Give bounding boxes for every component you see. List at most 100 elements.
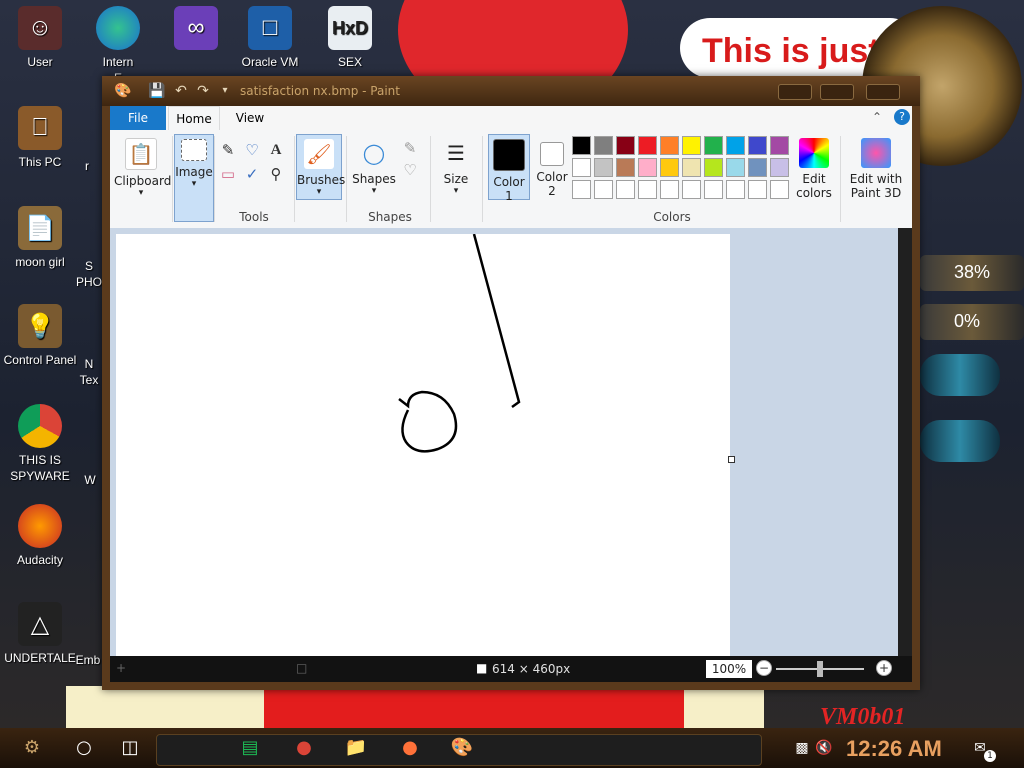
clipboard-button[interactable]: 📋 Clipboard ▾ (114, 134, 171, 198)
undo-icon[interactable]: ↶ (172, 82, 190, 100)
desktop-icon-hxd[interactable]: HxD SEX (310, 6, 390, 70)
palette-swatch[interactable] (572, 158, 591, 177)
palette-swatch[interactable] (616, 136, 635, 155)
minimize-button[interactable] (778, 84, 812, 100)
palette-swatch[interactable] (704, 158, 723, 177)
desktop-icon-chrome[interactable]: THIS IS SPYWARE (0, 404, 80, 484)
desktop-icon-partial[interactable]: r (72, 158, 102, 174)
tab-file[interactable]: File (110, 106, 166, 130)
palette-swatch[interactable] (638, 180, 657, 199)
desktop-icon-partial[interactable]: Emb (72, 652, 104, 668)
desktop-icon-partial[interactable]: N Tex (74, 356, 104, 388)
palette-swatch[interactable] (704, 136, 723, 155)
palette-swatch[interactable] (770, 180, 789, 199)
fill-icon[interactable]: ♡ (242, 140, 262, 160)
tools-group-label: Tools (239, 210, 269, 224)
palette-swatch[interactable] (616, 180, 635, 199)
desktop-icon-partial[interactable]: S PHO (74, 258, 104, 290)
palette-swatch[interactable] (660, 158, 679, 177)
canvas-resize-handle[interactable] (728, 456, 735, 463)
taskbar-clock[interactable]: 12:26 AM (846, 736, 942, 762)
firefox-icon[interactable]: ● (396, 736, 424, 760)
color2-label: Color (536, 170, 568, 184)
edit-with-paint3d-button[interactable]: Edit with Paint 3D (844, 134, 908, 200)
color1-button[interactable]: Color 1 (488, 134, 530, 203)
palette-swatch[interactable] (638, 136, 657, 155)
palette-swatch[interactable] (748, 158, 767, 177)
palette-swatch[interactable] (594, 180, 613, 199)
palette-swatch[interactable] (682, 136, 701, 155)
palette-swatch[interactable] (682, 180, 701, 199)
start-icon[interactable]: ⚙ (18, 736, 46, 760)
desktop-icon-moon-girl[interactable]: 📄 moon girl (0, 206, 80, 270)
desktop-icon-partial[interactable]: W (76, 472, 104, 488)
pencil-icon[interactable]: ✎ (218, 140, 238, 160)
help-icon[interactable]: ? (894, 109, 910, 125)
eraser-icon[interactable]: ▭ (218, 164, 238, 184)
color-picker-icon[interactable]: ✓ (242, 164, 262, 184)
text-icon[interactable]: A (266, 140, 286, 160)
volume-muted-icon[interactable]: 🔇 (810, 736, 838, 760)
save-icon[interactable]: 💾 (148, 82, 166, 100)
desktop-icon-this-pc[interactable]: ⎕ This PC (0, 106, 80, 170)
palette-swatch[interactable] (638, 158, 657, 177)
paint-icon[interactable]: 🎨 (448, 736, 476, 760)
zoom-out-button[interactable]: − (756, 660, 772, 676)
magnifier-icon[interactable]: ⚲ (266, 164, 286, 184)
task-view-icon[interactable]: ◫ (116, 736, 144, 760)
palette-swatch[interactable] (616, 158, 635, 177)
palette-swatch[interactable] (748, 180, 767, 199)
brushes-button[interactable]: 🖌 Brushes ▾ (296, 134, 345, 200)
color2-button[interactable]: Color 2 (532, 134, 572, 198)
desktop-icon-undertale[interactable]: △ UNDERTALE (0, 602, 80, 666)
notification-count: 1 (984, 750, 996, 762)
redo-icon[interactable]: ↷ (194, 82, 212, 100)
desktop-icon-label: Oracle VM (241, 55, 299, 69)
desktop-icon-visual-studio[interactable]: ∞ (156, 6, 236, 54)
palette-swatch[interactable] (660, 136, 679, 155)
drawing-canvas[interactable] (116, 233, 730, 656)
cortana-icon[interactable]: ○ (70, 736, 98, 760)
desktop-icon-audacity[interactable]: Audacity (0, 504, 80, 568)
shapes-group-label: Shapes (368, 210, 412, 224)
image-button[interactable]: Image ▾ (174, 134, 214, 222)
palette-swatch[interactable] (770, 158, 789, 177)
zoom-slider-thumb[interactable] (817, 661, 823, 677)
palette-swatch[interactable] (682, 158, 701, 177)
chevron-down-icon: ▾ (191, 179, 197, 189)
desktop-icon-label: Audacity (16, 553, 64, 567)
tab-home[interactable]: Home (168, 106, 220, 130)
desktop-icon-oracle-vm[interactable]: □ Oracle VM (230, 6, 310, 70)
title-bar[interactable]: 🎨 💾 ↶ ↷ ▾ satisfaction nx.bmp - Paint (102, 76, 920, 106)
outline-icon[interactable]: ✎ (400, 138, 420, 158)
palette-swatch[interactable] (726, 158, 745, 177)
palette-swatch[interactable] (572, 136, 591, 155)
customize-quick-access-icon[interactable]: ▾ (216, 82, 234, 100)
size-button[interactable]: ☰ Size ▾ (434, 134, 478, 198)
tab-view[interactable]: View (226, 106, 274, 130)
palette-swatch[interactable] (726, 136, 745, 155)
edit-colors-button[interactable]: Edit colors (792, 134, 836, 200)
spotify-icon[interactable]: ▤ (236, 736, 264, 760)
desktop-icon-control-panel[interactable]: 💡 Control Panel (0, 304, 80, 368)
paint-app-icon[interactable]: 🎨 (114, 82, 132, 100)
desktop-icon-user[interactable]: ☺ User (0, 6, 80, 70)
desktop-icon-internet-explorer[interactable]: Intern E (78, 6, 158, 86)
zoom-in-button[interactable]: + (876, 660, 892, 676)
palette-swatch[interactable] (704, 180, 723, 199)
vertical-scrollbar[interactable] (898, 228, 912, 656)
palette-swatch[interactable] (594, 158, 613, 177)
palette-swatch[interactable] (572, 180, 591, 199)
palette-swatch[interactable] (594, 136, 613, 155)
chrome-icon[interactable]: ● (290, 736, 318, 760)
collapse-ribbon-icon[interactable]: ⌃ (872, 110, 882, 124)
close-button[interactable] (866, 84, 900, 100)
file-explorer-icon[interactable]: 📁 (342, 736, 370, 760)
palette-swatch[interactable] (726, 180, 745, 199)
palette-swatch[interactable] (660, 180, 679, 199)
palette-swatch[interactable] (770, 136, 789, 155)
palette-swatch[interactable] (748, 136, 767, 155)
maximize-button[interactable] (820, 84, 854, 100)
shapes-button[interactable]: ◯ Shapes ▾ (350, 134, 398, 198)
shape-fill-icon[interactable]: ♡ (400, 160, 420, 180)
